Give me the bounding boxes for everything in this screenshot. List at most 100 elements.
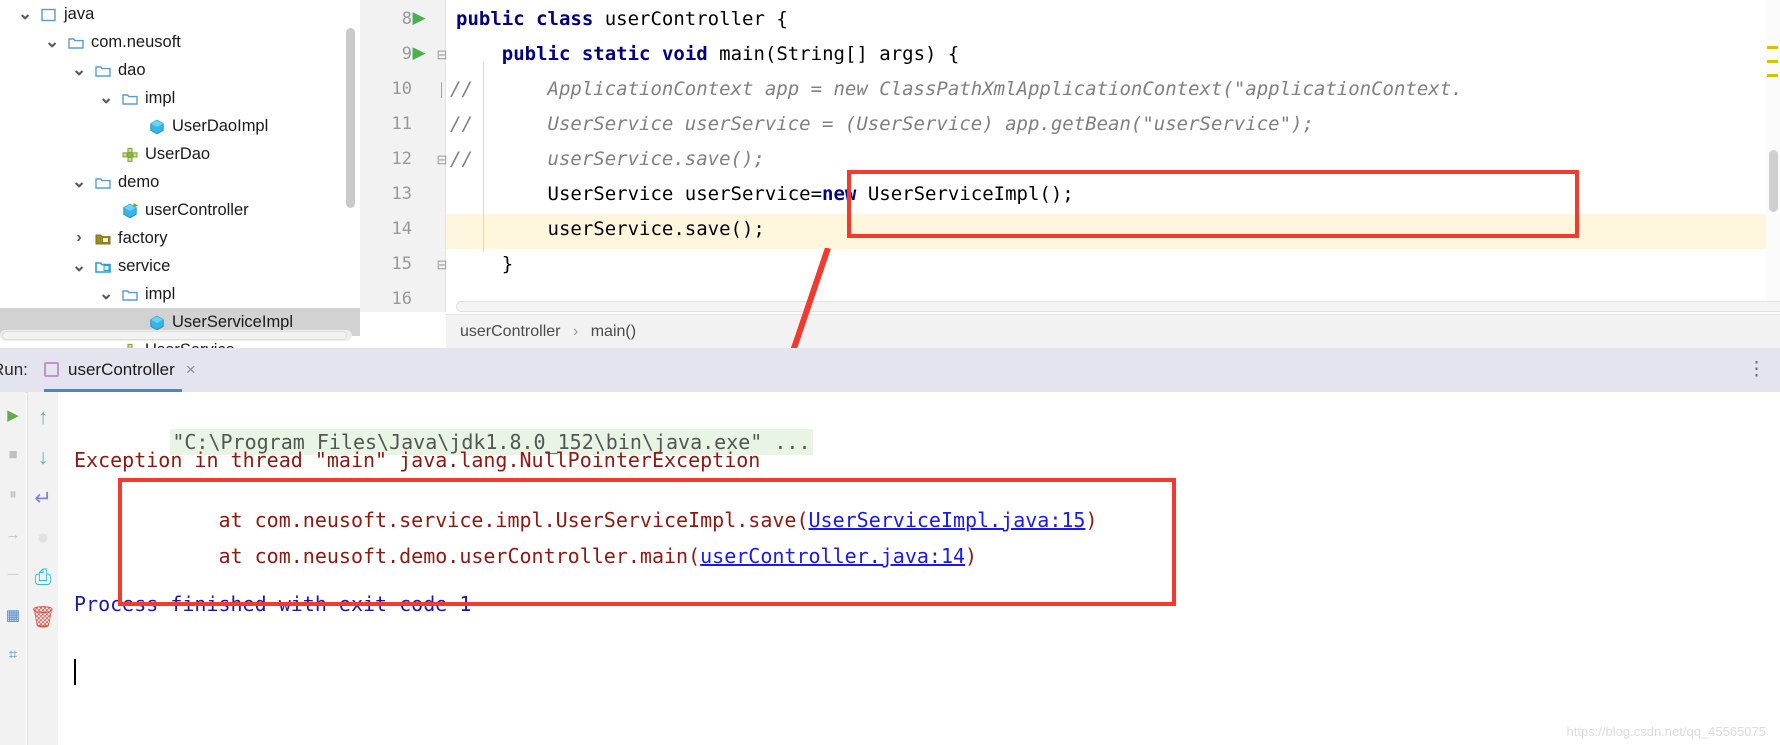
- tree-item-demo[interactable]: ⌄ demo: [0, 168, 360, 196]
- code-fold-icon[interactable]: ⊟: [432, 152, 452, 168]
- code-line[interactable]: userService.save();: [456, 218, 765, 240]
- code-token: static: [581, 43, 651, 65]
- chevron-right-icon[interactable]: ›: [72, 224, 86, 252]
- line-number: 15: [391, 254, 412, 274]
- chevron-down-icon[interactable]: ⌄: [99, 280, 113, 308]
- code-token: UserService userService=: [456, 183, 823, 205]
- code-line[interactable]: UserService userService = (UserService) …: [456, 113, 1314, 135]
- java-class-icon: [148, 117, 166, 135]
- console-caret: [74, 659, 76, 685]
- console-annotation-box: [118, 478, 1176, 606]
- chevron-down-icon[interactable]: ⌄: [72, 252, 86, 280]
- tree-item-userdao[interactable]: UserDao: [0, 140, 360, 168]
- tree-item-label: impl: [145, 89, 176, 107]
- code-token: userService.save();: [456, 218, 765, 240]
- run-toolbar-secondary[interactable]: ↑ ↓ ↵ ● ⎙ 🗑: [27, 392, 58, 745]
- tree-item-dao[interactable]: ⌄ dao: [0, 56, 360, 84]
- tree-item-java[interactable]: ⌄ java: [0, 0, 360, 28]
- tree-item-service[interactable]: ⌄ service: [0, 252, 360, 280]
- resource-folder-icon: [94, 229, 112, 247]
- line-number: 9: [401, 44, 412, 64]
- source-folder-icon: [94, 257, 112, 275]
- code-token: UserService userService = (UserService) …: [456, 113, 1314, 135]
- code-line[interactable]: }: [456, 253, 513, 275]
- code-token: userService.save();: [456, 148, 765, 170]
- code-line[interactable]: public class userController {: [456, 8, 788, 30]
- trash-icon[interactable]: 🗑: [28, 606, 58, 630]
- editor-horizontal-scrollbar[interactable]: [456, 301, 1780, 312]
- code-line[interactable]: UserService userService=new UserServiceI…: [456, 183, 1074, 205]
- tree-item-factory[interactable]: › factory: [0, 224, 360, 252]
- package-folder-icon: [67, 33, 85, 51]
- run-tool-window[interactable]: Run: userController × ⋮ ▶ ■ ⏸ → ─ ▦ ⌗ ↑ ↓ ↵ ● ⎙ 🗑 "C…: [0, 348, 1780, 745]
- scroll-up-icon[interactable]: ↑: [28, 406, 58, 430]
- line-number: 8: [401, 9, 412, 29]
- project-tree-vertical-scrollbar[interactable]: [346, 28, 355, 208]
- package-folder-icon: [94, 173, 112, 191]
- tree-item-userdaoimpl[interactable]: UserDaoImpl: [0, 112, 360, 140]
- breadcrumb-item-method[interactable]: main(): [591, 323, 636, 340]
- resume-icon[interactable]: →: [0, 526, 26, 543]
- line-number: 14: [391, 219, 412, 239]
- code-token: new: [822, 183, 857, 205]
- line-number: 11: [391, 114, 412, 134]
- tree-item-impl[interactable]: ⌄ impl: [0, 84, 360, 112]
- code-line[interactable]: ApplicationContext app = new ClassPathXm…: [456, 78, 1463, 100]
- layout-icon[interactable]: ▦: [0, 606, 26, 624]
- project-tree-horizontal-scrollbar[interactable]: [0, 330, 352, 341]
- stop-icon[interactable]: ■: [0, 446, 26, 463]
- tree-item-impl[interactable]: ⌄ impl: [0, 280, 360, 308]
- warning-marker[interactable]: [1767, 60, 1778, 63]
- separator-icon[interactable]: ─: [0, 566, 26, 583]
- package-folder-icon: [121, 89, 139, 107]
- run-toolbar-primary[interactable]: ▶ ■ ⏸ → ─ ▦ ⌗: [0, 392, 26, 745]
- code-token: main(String[] args) {: [707, 43, 960, 65]
- pause-icon[interactable]: ⏸: [0, 486, 26, 503]
- code-fold-icon[interactable]: │: [432, 82, 452, 97]
- code-editor-panel[interactable]: 8 ▶ public class userController {9 ▶ ⊟ publi…: [360, 0, 1780, 348]
- ide-window: ⌄ java ⌄ com.neusoft ⌄ dao ⌄ impl UserDaoImpl Use…: [0, 0, 1780, 745]
- warning-marker[interactable]: [1767, 46, 1778, 49]
- project-tree-panel[interactable]: ⌄ java ⌄ com.neusoft ⌄ dao ⌄ impl UserDaoImpl Use…: [0, 0, 360, 348]
- run-tab-userController[interactable]: userController ×: [36, 348, 204, 392]
- circle-icon[interactable]: ●: [28, 526, 58, 550]
- chevron-down-icon[interactable]: ⌄: [18, 0, 32, 28]
- tree-item-label: factory: [118, 229, 168, 247]
- warning-marker[interactable]: [1767, 74, 1778, 77]
- code-fold-icon[interactable]: ⊟: [432, 47, 452, 63]
- more-options-icon[interactable]: ⋮: [1747, 348, 1768, 392]
- code-token: ApplicationContext app = new ClassPathXm…: [456, 78, 1463, 100]
- code-token: public: [501, 43, 571, 65]
- chevron-down-icon[interactable]: ⌄: [72, 168, 86, 196]
- code-line[interactable]: public static void main(String[] args) {: [456, 43, 960, 65]
- console-output[interactable]: "C:\Program Files\Java\jdk1.8.0_152\bin\…: [58, 392, 1780, 745]
- run-gutter-icon[interactable]: ▶: [408, 43, 430, 63]
- scroll-down-icon[interactable]: ↓: [28, 446, 58, 470]
- settings-icon[interactable]: ⌗: [0, 646, 26, 663]
- watermark-text: https://blog.csdn.net/qq_45565075: [1566, 724, 1767, 739]
- chevron-down-icon[interactable]: ⌄: [72, 56, 86, 84]
- close-icon[interactable]: ×: [186, 360, 196, 379]
- breadcrumb[interactable]: userController › main(): [446, 314, 1780, 348]
- chevron-down-icon[interactable]: ⌄: [99, 84, 113, 112]
- scrollbar-thumb[interactable]: [2, 331, 347, 340]
- print-icon[interactable]: ⎙: [28, 566, 58, 590]
- tree-item-usercontroller[interactable]: userController: [0, 196, 360, 224]
- code-token: }: [456, 253, 514, 275]
- tree-item-label: UserDao: [145, 145, 211, 163]
- code-fold-icon[interactable]: ⊟: [432, 257, 452, 273]
- run-gutter-icon[interactable]: ▶: [408, 8, 430, 28]
- code-line[interactable]: userService.save();: [456, 148, 765, 170]
- soft-wrap-icon[interactable]: ↵: [28, 486, 58, 511]
- tree-item-com-neusoft[interactable]: ⌄ com.neusoft: [0, 28, 360, 56]
- rerun-icon[interactable]: ▶: [0, 406, 26, 424]
- code-token: userController {: [593, 8, 788, 30]
- tree-item-label: dao: [118, 61, 146, 79]
- editor-marker-bar[interactable]: [1766, 0, 1780, 312]
- breadcrumb-item-class[interactable]: userController: [460, 323, 560, 340]
- editor-vertical-scrollbar[interactable]: [1769, 150, 1778, 212]
- console-exception-header: Exception in thread "main" java.lang.Nul…: [74, 448, 761, 472]
- chevron-down-icon[interactable]: ⌄: [45, 28, 59, 56]
